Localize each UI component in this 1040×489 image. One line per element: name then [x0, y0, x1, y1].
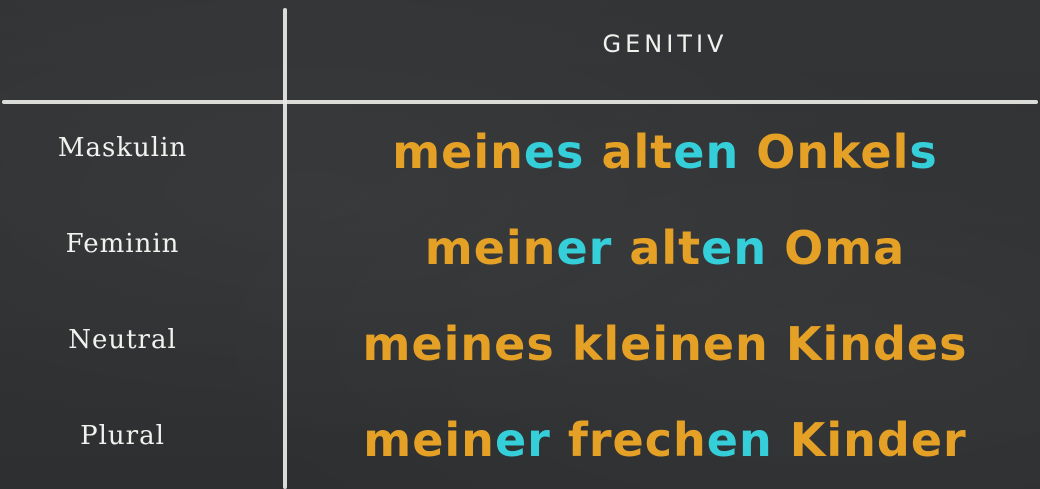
row-label-plural: Plural: [80, 421, 165, 451]
word-stem: Kinder: [789, 413, 967, 467]
phrase-feminin: meiner alten Oma: [290, 225, 1040, 271]
word-stem: kleinen: [571, 317, 769, 371]
word-stem: Kindes: [785, 317, 968, 371]
word-stem: Onkel: [756, 125, 910, 179]
word-stem: mein: [424, 221, 557, 275]
word-stem: meines: [362, 317, 555, 371]
word-stem: mein: [392, 125, 524, 179]
word-ending: s: [909, 125, 938, 179]
word-stem: frech: [567, 413, 707, 467]
vertical-divider: [283, 8, 287, 489]
word-ending: en: [706, 413, 773, 467]
word-ending: er: [556, 221, 613, 275]
chalkboard: GENITIV Maskulin meines alten Onkels Fem…: [0, 0, 1040, 489]
phrase-neutral: meines kleinen Kindes: [290, 321, 1040, 367]
word-stem: mein: [363, 413, 495, 467]
word-stem: alt: [629, 221, 702, 275]
row-label-neutral: Neutral: [68, 325, 177, 355]
word-stem: Oma: [784, 221, 906, 275]
row-label-feminin: Feminin: [65, 229, 180, 259]
phrase-plural: meiner frechen Kinder: [290, 417, 1040, 463]
row-label-maskulin: Maskulin: [57, 133, 188, 163]
horizontal-divider: [2, 100, 1038, 104]
word-stem: alt: [601, 125, 674, 179]
phrase-maskulin: meines alten Onkels: [290, 129, 1040, 175]
word-ending: er: [494, 413, 551, 467]
word-ending: en: [701, 221, 768, 275]
word-ending: en: [673, 125, 740, 179]
column-header-genitiv: GENITIV: [602, 30, 728, 58]
word-ending: es: [523, 125, 585, 179]
